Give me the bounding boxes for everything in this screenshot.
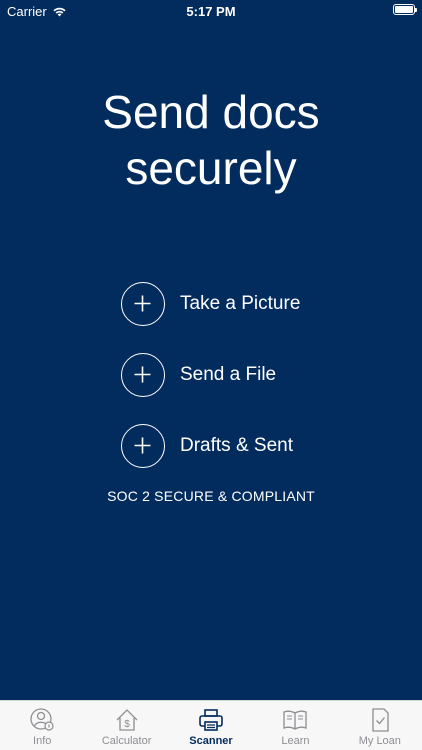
tab-calculator[interactable]: $ Calculator bbox=[84, 701, 168, 750]
plus-circle-icon bbox=[121, 424, 165, 468]
status-bar: Carrier 5:17 PM bbox=[0, 0, 422, 22]
status-time: 5:17 PM bbox=[186, 4, 236, 19]
printer-icon bbox=[199, 709, 223, 731]
plus-circle-icon bbox=[121, 282, 165, 326]
send-file-button[interactable]: Send a File bbox=[121, 351, 276, 399]
take-picture-label: Take a Picture bbox=[180, 293, 301, 314]
page-title: Send docs securely bbox=[0, 84, 422, 196]
drafts-sent-button[interactable]: Drafts & Sent bbox=[121, 422, 293, 470]
user-info-icon bbox=[30, 708, 54, 731]
house-dollar-icon: $ bbox=[116, 709, 138, 731]
drafts-sent-label: Drafts & Sent bbox=[180, 435, 293, 456]
send-file-label: Send a File bbox=[180, 364, 277, 385]
book-icon bbox=[283, 710, 308, 730]
checked-document-icon bbox=[372, 708, 389, 732]
compliance-text: SOC 2 SECURE & COMPLIANT bbox=[107, 488, 315, 504]
tab-info[interactable]: Info bbox=[0, 701, 84, 750]
tab-scanner[interactable]: Scanner bbox=[169, 701, 253, 750]
tab-my-loan[interactable]: My Loan bbox=[338, 701, 422, 750]
tab-learn[interactable]: Learn bbox=[253, 701, 337, 750]
plus-circle-icon bbox=[121, 353, 165, 397]
take-picture-button[interactable]: Take a Picture bbox=[121, 280, 300, 328]
svg-text:$: $ bbox=[124, 719, 130, 730]
tab-my-loan-label: My Loan bbox=[358, 735, 401, 747]
tab-scanner-label: Scanner bbox=[189, 735, 233, 747]
title-line-1: Send docs bbox=[102, 86, 320, 138]
tab-learn-label: Learn bbox=[281, 735, 310, 747]
tab-calculator-label: Calculator bbox=[101, 735, 152, 747]
battery-icon bbox=[393, 4, 417, 15]
title-line-2: securely bbox=[125, 142, 297, 194]
tab-info-label: Info bbox=[33, 735, 52, 747]
status-right bbox=[393, 4, 417, 15]
tab-bar: Info $ Calculator Scanner Learn My Loan bbox=[0, 700, 422, 750]
